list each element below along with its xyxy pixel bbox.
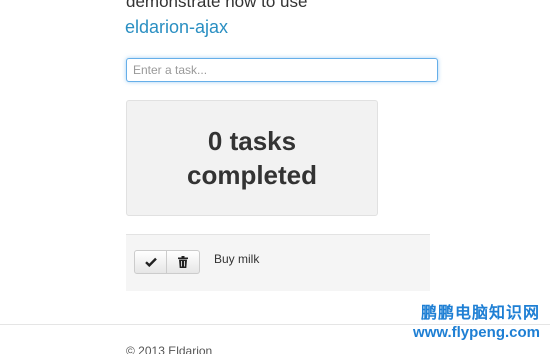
complete-task-button[interactable] — [134, 250, 167, 274]
intro-text: demonstrate how to use — [126, 0, 308, 11]
task-actions — [134, 250, 200, 274]
list-item: Buy milk — [134, 250, 259, 274]
tasks-completed-summary: 0 tasks completed — [126, 100, 378, 216]
footer-copyright: © 2013 Eldarion — [126, 344, 213, 354]
summary-count: 0 tasks — [207, 126, 297, 156]
watermark-url: www.flypeng.com — [413, 324, 540, 341]
eldarion-ajax-link[interactable]: eldarion-ajax — [125, 16, 228, 38]
task-input[interactable] — [126, 58, 438, 82]
delete-task-button[interactable] — [167, 250, 200, 274]
task-label: Buy milk — [214, 252, 260, 266]
page: demonstrate how to use eldarion-ajax 0 t… — [0, 0, 550, 354]
task-list: Buy milk — [126, 234, 430, 291]
summary-label: completed — [186, 160, 318, 190]
watermark-chinese: 鹏鹏电脑知识网 — [420, 305, 540, 322]
check-icon — [144, 257, 157, 267]
watermark: 鹏鹏电脑知识网 www.flypeng.com — [413, 304, 540, 342]
summary-text: 0 tasks completed — [187, 124, 317, 192]
trash-icon — [178, 256, 188, 268]
